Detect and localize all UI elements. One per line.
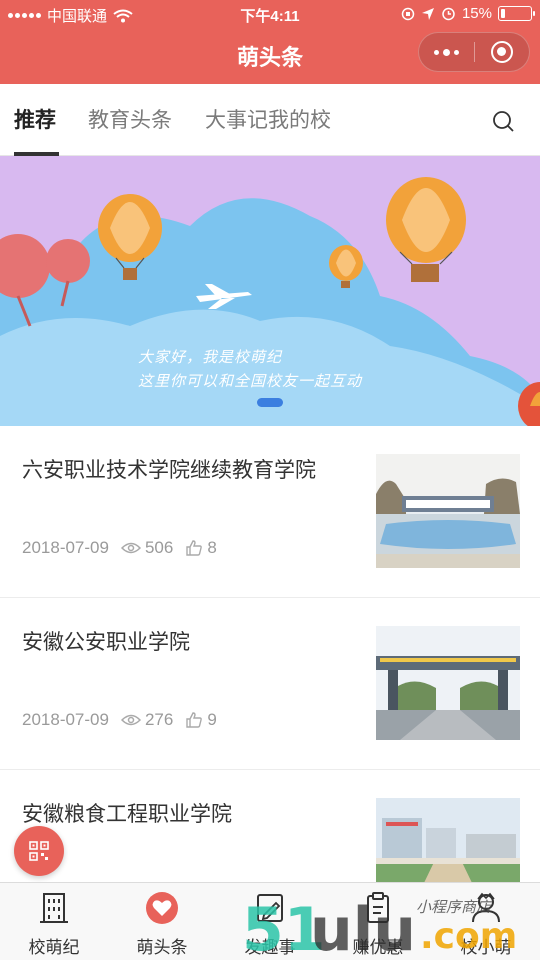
heart-icon: [146, 892, 178, 924]
tabbar-item-xiaoxiaomeng[interactable]: 校小萌: [432, 883, 540, 960]
tabbar-item-zhuanyouhui[interactable]: 赚优惠: [324, 883, 432, 960]
article-views: 276: [144, 710, 174, 729]
article-thumbnail: [376, 454, 520, 568]
article-date: 2018-07-09: [22, 710, 109, 729]
article-likes: 9: [207, 710, 217, 729]
status-bar: 中国联通 下午4:11 15%: [0, 0, 540, 28]
thumbs-up-icon[interactable]: [185, 711, 203, 729]
location-icon: [421, 7, 434, 20]
article-title: 六安职业技术学院继续教育学院: [22, 459, 316, 482]
thumbs-up-icon[interactable]: [185, 539, 203, 557]
battery-percent: 15%: [461, 5, 492, 22]
battery-icon: [498, 6, 535, 21]
article-list: 六安职业技术学院继续教育学院 2018-07-09 506 8 安徽公安职业学院…: [0, 426, 540, 942]
eye-icon: [120, 542, 141, 554]
carousel-indicator: [257, 398, 283, 407]
qr-code-button[interactable]: [14, 826, 64, 876]
nav-bar: 萌头条: [0, 28, 540, 84]
article-title: 安徽粮食工程职业学院: [22, 803, 232, 826]
tabbar-label: 发趣事: [244, 938, 296, 957]
banner-line-2: 这里你可以和全国校友一起互动: [138, 372, 363, 390]
article-meta: 2018-07-09 276 9: [22, 710, 217, 730]
tabbar-item-mengtoutiao[interactable]: 萌头条: [108, 883, 216, 960]
bottom-tab-bar: 校萌纪 萌头条 发趣事 赚优惠 校小萌: [0, 882, 540, 960]
tab-education-news[interactable]: 教育头条: [88, 104, 172, 134]
banner-line-1: 大家好，我是校萌纪: [138, 348, 283, 366]
article-thumbnail: [376, 626, 520, 740]
miniprogram-capsule: [418, 32, 530, 72]
search-icon[interactable]: [492, 110, 516, 134]
clipboard-icon: [367, 892, 389, 923]
tabbar-item-xiaomengji[interactable]: 校萌纪: [0, 883, 108, 960]
article-title: 安徽公安职业学院: [22, 631, 190, 654]
eye-icon: [120, 714, 141, 726]
qr-code-icon: [29, 841, 49, 861]
article-item[interactable]: 六安职业技术学院继续教育学院 2018-07-09 506 8: [0, 426, 540, 598]
article-date: 2018-07-09: [22, 538, 109, 557]
tabbar-label: 萌头条: [136, 938, 188, 957]
article-views: 506: [144, 538, 174, 557]
more-dots-icon[interactable]: [419, 32, 474, 72]
tab-recommend[interactable]: 推荐: [14, 104, 56, 134]
tabbar-label: 赚优惠: [352, 938, 404, 957]
pencil-icon: [257, 894, 283, 922]
app-header: 中国联通 下午4:11 15% 萌头条: [0, 0, 540, 84]
category-tabs: 推荐 教育头条 大事记我的校: [0, 84, 540, 156]
person-icon: [472, 892, 500, 923]
orientation-lock-icon: [401, 7, 415, 20]
banner-carousel[interactable]: 大家好，我是校萌纪 这里你可以和全国校友一起互动: [0, 156, 540, 426]
target-close-icon[interactable]: [475, 32, 529, 72]
tabbar-item-faqushi[interactable]: 发趣事: [216, 883, 324, 960]
alarm-icon: [442, 7, 455, 21]
tabbar-label: 校萌纪: [28, 938, 80, 957]
article-item[interactable]: 安徽公安职业学院 2018-07-09 276 9: [0, 598, 540, 770]
article-meta: 2018-07-09 506 8: [22, 538, 217, 558]
tabbar-label: 校小萌: [460, 938, 512, 957]
building-icon: [40, 893, 68, 923]
article-likes: 8: [207, 538, 217, 557]
tab-events-my-school[interactable]: 大事记我的校: [205, 104, 331, 134]
